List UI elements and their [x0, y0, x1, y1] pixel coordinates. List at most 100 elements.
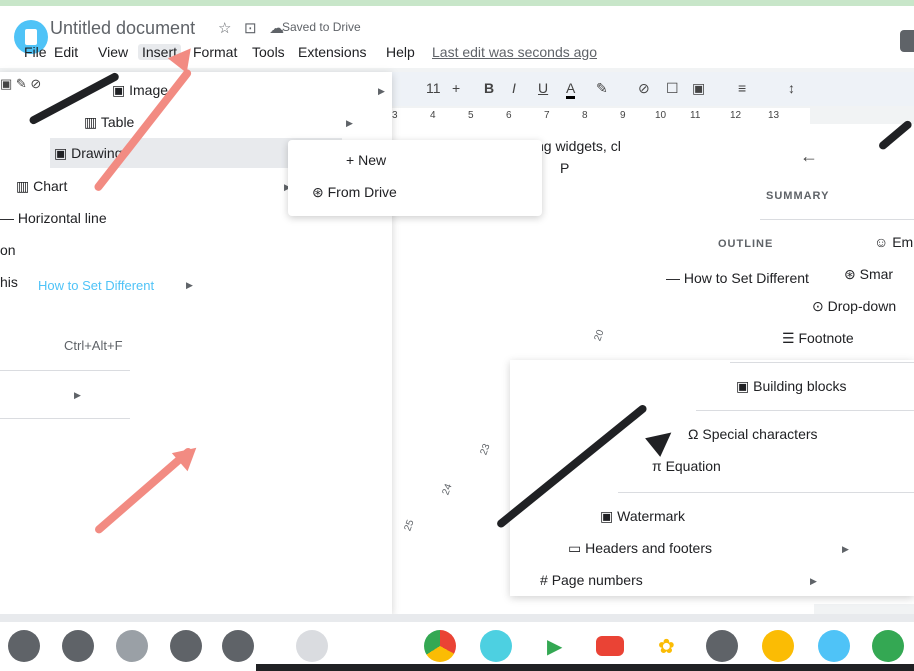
menu-extensions[interactable]: Extensions [298, 44, 366, 60]
menu-item-special-characters[interactable]: Ω Special characters [688, 426, 818, 442]
divider [730, 362, 914, 363]
app-icon[interactable] [8, 630, 40, 662]
ruler-mark: 9 [620, 110, 626, 121]
divider [0, 418, 130, 419]
title-icons: ☆ ⊡ ☁ [218, 19, 284, 37]
menu-help[interactable]: Help [386, 44, 415, 60]
play-store-icon[interactable]: ▶ [538, 630, 570, 662]
submenu-arrow-icon: ▶ [186, 280, 193, 290]
ruler-mark: 6 [506, 110, 512, 121]
chrome-icon[interactable] [424, 630, 456, 662]
app-icon[interactable] [222, 630, 254, 662]
app-icon[interactable] [872, 630, 904, 662]
ruler-mark: 11 [690, 110, 701, 121]
menu-edit[interactable]: Edit [54, 44, 78, 60]
menu-item-footnote[interactable]: ☰ Footnote [782, 330, 854, 347]
vruler-mark: 24 [440, 482, 455, 497]
menu-item-horizontal-line[interactable]: — Horizontal line [0, 210, 107, 226]
ruler-mark: 13 [768, 110, 780, 121]
app-icon[interactable] [116, 630, 148, 662]
doc-link-text[interactable]: How to Set Different [38, 278, 154, 293]
menu-item-image[interactable]: ▣ Image [112, 82, 168, 99]
app-icon[interactable] [818, 630, 850, 662]
divider [618, 492, 914, 493]
menu-item-label: Image [129, 82, 169, 98]
ruler-mark: 5 [468, 110, 474, 121]
ruler-mark: 7 [544, 110, 550, 121]
app-icon[interactable] [62, 630, 94, 662]
menu-item-watermark[interactable]: ▣ Watermark [600, 508, 685, 525]
comment-icon[interactable]: ☐ [666, 80, 679, 97]
divider [760, 219, 914, 220]
menu-item-label: Chart [33, 178, 68, 194]
menu-item-label: Smar [859, 266, 894, 282]
menu-item-label: Equation [665, 458, 721, 474]
menu-item-building-blocks[interactable]: ▣ Building blocks [736, 378, 847, 395]
menu-item-equation[interactable]: π Equation [652, 458, 721, 474]
insert-menu-continued: ☺ Em ⊛ Smar ⊙ Drop-down ☰ Footnote ▣ Bui… [510, 234, 914, 596]
menu-item-label: Footnote [798, 330, 854, 346]
app-icon[interactable] [706, 630, 738, 662]
underline-button[interactable]: U [538, 80, 548, 96]
drawing-from-drive-option[interactable]: ⊛ From Drive [312, 184, 397, 201]
menu-view[interactable]: View [98, 44, 128, 60]
menu-tools[interactable]: Tools [252, 44, 285, 60]
submenu-arrow-icon: ▶ [378, 86, 385, 96]
menu-item-label: Watermark [617, 508, 686, 524]
vruler-mark: 25 [402, 518, 417, 533]
star-icon[interactable]: ☆ [218, 20, 231, 37]
menu-item-dropdown[interactable]: ⊙ Drop-down [812, 298, 896, 315]
menu-item-emoji[interactable]: ☺ Em [874, 234, 913, 250]
save-status: Saved to Drive [282, 20, 361, 34]
vruler-mark: 20 [592, 328, 607, 343]
bold-button[interactable]: B [484, 80, 494, 96]
increase-font-button[interactable]: + [452, 80, 460, 96]
divider [0, 370, 130, 371]
line-spacing-icon[interactable]: ↕ [788, 80, 795, 96]
italic-button[interactable]: I [512, 80, 516, 96]
horizontal-ruler[interactable]: 3 4 5 6 7 8 9 10 11 12 13 [380, 108, 810, 125]
photos-icon[interactable]: ✿ [650, 630, 682, 662]
menu-format[interactable]: Format [193, 44, 237, 60]
highlight-pencil-icon[interactable]: ✎ [596, 80, 608, 97]
submenu-arrow-icon: ▶ [842, 544, 849, 554]
menu-item-label: Special characters [702, 426, 818, 442]
back-arrow-icon[interactable]: ← [800, 146, 818, 167]
menu-item-smart-chips[interactable]: ⊛ Smar [844, 266, 893, 283]
font-size-field[interactable]: 11 [426, 80, 441, 96]
menu-item-partial[interactable]: his [0, 274, 18, 290]
menu-item-partial[interactable]: on [0, 242, 16, 258]
link-icon[interactable]: ⊘ [638, 80, 650, 97]
document-title[interactable]: Untitled document [50, 18, 195, 39]
outline-item[interactable]: — How to Set Different [666, 270, 809, 286]
menu-item-label: Em [892, 234, 914, 250]
move-icon[interactable]: ⊡ [244, 20, 257, 37]
files-icon[interactable] [480, 630, 512, 662]
taskbar-shelf-edge [256, 664, 914, 671]
menu-file[interactable]: File [24, 44, 47, 60]
menu-item-label: Horizontal line [17, 210, 107, 226]
menu-item-chart[interactable]: ▥ Chart [16, 178, 67, 195]
toolbar-leftover-icons: ▣ ✎ ⊘ [0, 76, 42, 91]
camera-icon[interactable] [296, 630, 328, 662]
submenu-arrow-icon: ▶ [74, 390, 81, 400]
last-edit-link[interactable]: Last edit was seconds ago [432, 44, 597, 60]
outline-item-label: How to Set Different [683, 270, 809, 286]
youtube-icon[interactable] [594, 630, 626, 662]
submenu-arrow-icon: ▶ [810, 576, 817, 586]
app-icon[interactable] [170, 630, 202, 662]
image-icon[interactable]: ▣ [692, 80, 705, 97]
drawing-new-option[interactable]: + New [346, 152, 386, 168]
ruler-mark: 4 [430, 110, 436, 121]
align-icon[interactable]: ≡ [738, 80, 746, 96]
text-color-button[interactable]: A [566, 80, 576, 99]
menu-item-table[interactable]: ▥ Table [84, 114, 134, 131]
app-icon[interactable] [762, 630, 794, 662]
ruler-mark: 8 [582, 110, 588, 121]
menu-item-headers-footers[interactable]: ▭ Headers and footers [568, 540, 712, 557]
menu-item-label: Building blocks [753, 378, 847, 394]
account-avatar[interactable] [900, 30, 914, 52]
bottom-gap [0, 614, 914, 622]
menu-item-label: From Drive [327, 184, 397, 200]
menu-item-page-numbers[interactable]: # Page numbers [540, 572, 643, 588]
